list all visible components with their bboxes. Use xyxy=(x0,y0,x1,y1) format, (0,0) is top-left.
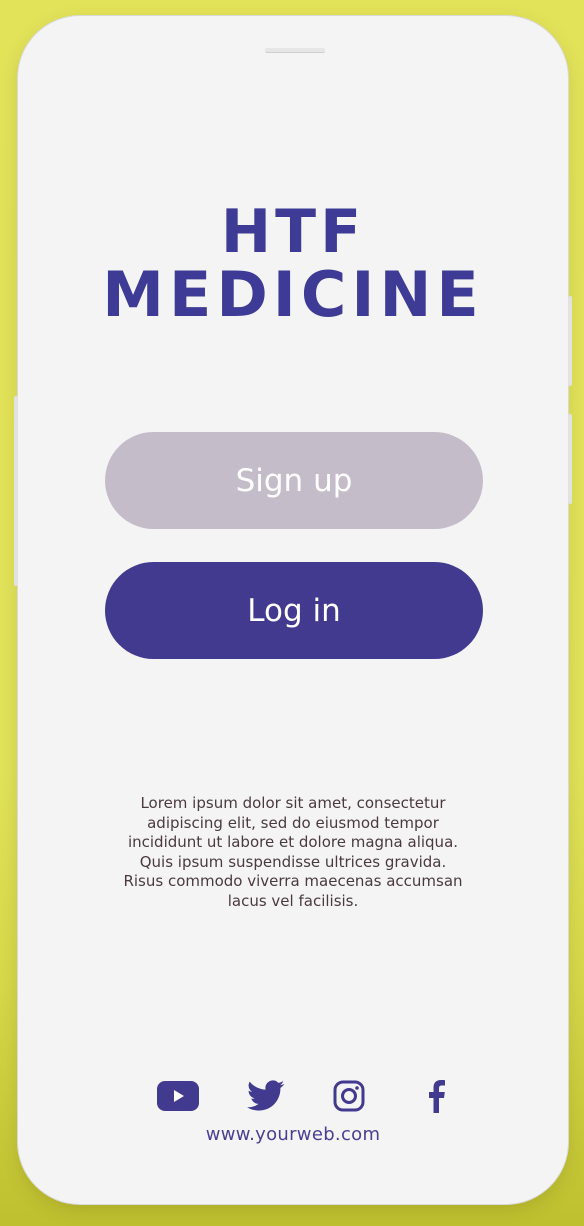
description-text: Lorem ipsum dolor sit amet, consectetur … xyxy=(123,794,463,910)
phone-side-button-right-top xyxy=(568,296,572,386)
phone-side-button-left xyxy=(14,396,18,586)
instagram-icon[interactable] xyxy=(332,1076,366,1116)
social-links xyxy=(156,1076,446,1116)
youtube-icon[interactable] xyxy=(156,1076,200,1116)
app-title-line2: MEDICINE xyxy=(102,258,484,331)
facebook-icon[interactable] xyxy=(426,1076,446,1116)
login-button[interactable]: Log in xyxy=(105,562,483,659)
phone-frame: HTF MEDICINE Sign up Log in Lorem ipsum … xyxy=(14,16,572,1204)
app-title-line1: HTF xyxy=(220,197,366,267)
phone-side-button-right-bottom xyxy=(568,414,572,504)
signup-button[interactable]: Sign up xyxy=(105,432,483,529)
website-link[interactable]: www.yourweb.com xyxy=(18,1124,568,1145)
speaker-notch xyxy=(265,48,325,53)
twitter-icon[interactable] xyxy=(246,1076,286,1116)
